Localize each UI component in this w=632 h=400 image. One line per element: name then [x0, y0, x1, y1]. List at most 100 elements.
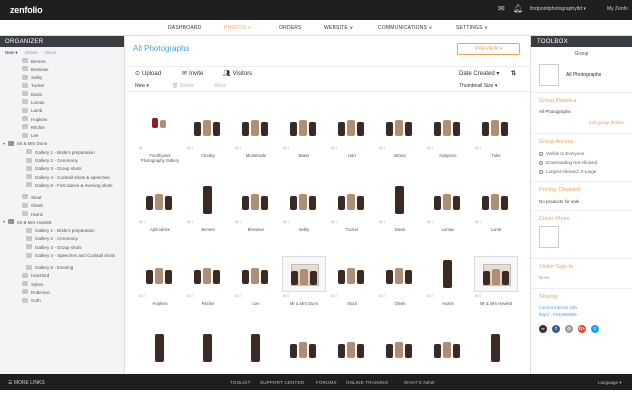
organizer-item[interactable]: ▾ Mr & Mrs Dunn — [0, 140, 124, 148]
mail-icon[interactable]: ✉ — [498, 4, 505, 13]
visitor-signin-title[interactable]: Visitor Sign-In — [539, 264, 573, 270]
nav-settings[interactable]: SETTINGS ∨ — [456, 25, 488, 31]
gallery-thumbnail[interactable] — [282, 256, 326, 292]
gallery-tile[interactable]: ▤ 5 Hart — [330, 108, 374, 178]
gallery-tile[interactable]: ▤ 5 Oleah — [378, 256, 422, 326]
cover-photo-box[interactable] — [539, 226, 559, 248]
sharing-title[interactable]: Sharing — [539, 294, 558, 300]
organizer-item[interactable]: Lomax — [0, 98, 124, 106]
gallery-tile[interactable]: ▤ 5 Bennet — [186, 182, 230, 252]
my-zenfolio-link[interactable]: My Zenfo — [607, 6, 628, 12]
gallery-thumbnail[interactable] — [234, 330, 278, 366]
footer-link-forums[interactable]: FORUMS — [316, 380, 337, 385]
gallery-thumbnail[interactable] — [138, 330, 182, 366]
zenfolio-logo[interactable]: zenfolio — [10, 5, 43, 15]
gallery-tile[interactable]: ▤ 5 Davis — [378, 182, 422, 252]
organizer-item[interactable]: Robinson — [0, 288, 124, 296]
organizer-item[interactable]: Gallery 1 - Bride's preparation — [0, 148, 124, 156]
gallery-tile[interactable]: ▤ 5 Hopkins — [138, 256, 182, 326]
expand-caret-icon[interactable]: ▾ — [3, 141, 5, 146]
gallery-tile[interactable]: ▤ Fourthpoint Photography Gallery — [138, 108, 182, 178]
gallery-tile[interactable]: ▤ 5 Stout — [330, 256, 374, 326]
gallery-thumbnail[interactable] — [186, 256, 230, 292]
footer-link-training[interactable]: ONLINE TRAINING — [346, 380, 388, 385]
nav-dashboard[interactable]: DASHBOARD — [168, 25, 201, 31]
organizer-item[interactable]: Bennet — [0, 57, 124, 65]
share-url-label[interactable]: Current Internet URL — [539, 305, 578, 310]
twitter-icon[interactable]: t — [591, 325, 599, 333]
gallery-thumbnail[interactable] — [474, 330, 518, 366]
gallery-thumbnail[interactable] — [234, 108, 278, 144]
move-button[interactable]: Move — [214, 83, 226, 89]
bell-icon[interactable]: 🔔︎ — [513, 4, 523, 13]
gallery-tile[interactable]: ▤ 5 Selby — [282, 182, 326, 252]
gallery-thumbnail[interactable] — [282, 182, 326, 218]
gallery-thumbnail[interactable] — [474, 182, 518, 218]
group-details-title[interactable]: Group Details ▸ — [539, 98, 577, 104]
organizer-item[interactable]: Oleah — [0, 202, 124, 210]
gallery-thumbnail[interactable] — [186, 182, 230, 218]
cover-photo-title[interactable]: Cover Photo — [539, 216, 570, 222]
gallery-tile[interactable]: ▤ 5 Ritchie — [186, 256, 230, 326]
group-thumbnail[interactable] — [539, 64, 559, 86]
gallery-thumbnail[interactable] — [378, 256, 422, 292]
gallery-thumbnail[interactable] — [138, 256, 182, 292]
organizer-item[interactable]: Gallery 5 - First dance & evening shots — [0, 181, 124, 193]
organizer-item[interactable]: Harris — [0, 210, 124, 218]
gallery-thumbnail[interactable] — [282, 108, 326, 144]
google-plus-icon[interactable]: G+ — [578, 325, 586, 333]
footer-link-whats-new[interactable]: WHAT'S NEW — [404, 380, 435, 385]
organizer-item[interactable]: Lamb — [0, 107, 124, 115]
nav-communications[interactable]: COMMUNICATIONS ∨ — [378, 25, 433, 31]
organizer-item[interactable]: Tucker — [0, 82, 124, 90]
organizer-item[interactable]: Gallery 5 - Evening — [0, 264, 124, 272]
gallery-thumbnail[interactable] — [330, 330, 374, 366]
gallery-tile[interactable]: ▤ 5 Mr & Mrs Dunn — [282, 256, 326, 326]
organizer-item[interactable]: Sykes — [0, 280, 124, 288]
footer-link-support[interactable]: SUPPORT CENTER — [260, 380, 304, 385]
gallery-thumbnail[interactable] — [426, 108, 470, 144]
link-icon[interactable]: ∞ — [539, 325, 547, 333]
organizer-item[interactable]: Gallery 3 - Group shots — [0, 165, 124, 173]
gallery-tile[interactable]: ▤ 5 Hargrove — [426, 108, 470, 178]
gallery-thumbnail[interactable] — [330, 108, 374, 144]
upload-button[interactable]: ⊙ Upload — [135, 70, 161, 77]
gallery-tile[interactable]: ▤ 5 Chatley — [186, 108, 230, 178]
gallery-thumbnail[interactable] — [474, 108, 518, 144]
invite-button[interactable]: ✉ Invite — [182, 70, 203, 77]
organizer-item[interactable]: Stout — [0, 193, 124, 201]
nav-orders[interactable]: ORDERS — [279, 25, 302, 31]
account-menu[interactable]: firstpointphotographyltd ▾ — [530, 6, 586, 12]
organizer-item[interactable]: ▾ Mr & Mrs Howlett — [0, 218, 124, 226]
gallery-tile[interactable]: ▤ 5 Harris — [426, 256, 470, 326]
share-url[interactable]: http://...P033989945 — [539, 312, 577, 317]
organizer-item[interactable]: Selby — [0, 74, 124, 82]
gallery-tile[interactable]: ▤ 5 Aphrodrive — [138, 182, 182, 252]
gallery-thumbnail[interactable] — [378, 330, 422, 366]
pricing-title[interactable]: Pricing: Disabled — [539, 187, 580, 193]
preview-button[interactable]: PREVIEW ▾ — [457, 43, 520, 55]
gallery-thumbnail[interactable] — [426, 256, 470, 292]
gallery-tile[interactable]: ▤ 5 Mr & Mrs Howlett — [474, 256, 518, 326]
gallery-tile[interactable]: ▤ 5 Montelaide — [234, 108, 278, 178]
organizer-item[interactable]: Gallery 4 - Cocktail shots & speeches — [0, 173, 124, 181]
gallery-tile[interactable]: ▤ 5 Lomax — [426, 182, 470, 252]
gallery-thumbnail[interactable] — [234, 182, 278, 218]
visitors-button[interactable]: 👥︎ Visitors — [223, 70, 252, 77]
delete-button[interactable]: 🗑︎ Delete — [172, 83, 194, 89]
email-icon[interactable]: @ — [565, 325, 573, 333]
organizer-new-button[interactable]: New ▾ — [5, 50, 18, 55]
facebook-icon[interactable]: f — [552, 325, 560, 333]
organizer-move-button[interactable]: Move — [45, 50, 56, 55]
gallery-thumbnail[interactable] — [186, 330, 230, 366]
gallery-thumbnail[interactable] — [282, 330, 326, 366]
gallery-tile[interactable]: ▤ 5 Brown — [378, 108, 422, 178]
gallery-thumbnail[interactable] — [426, 182, 470, 218]
organizer-item[interactable]: Gallery 1 - Bride's preparation — [0, 227, 124, 235]
organizer-item[interactable]: Gallery 3 - Group shots — [0, 243, 124, 251]
gallery-thumbnail[interactable] — [330, 182, 374, 218]
organizer-item[interactable]: Ritchie — [0, 123, 124, 131]
organizer-delete-button[interactable]: Delete — [25, 50, 38, 55]
footer-link-toolkit[interactable]: TOOLKIT — [230, 380, 251, 385]
organizer-item[interactable]: Gallery 2 - Ceremony — [0, 235, 124, 243]
